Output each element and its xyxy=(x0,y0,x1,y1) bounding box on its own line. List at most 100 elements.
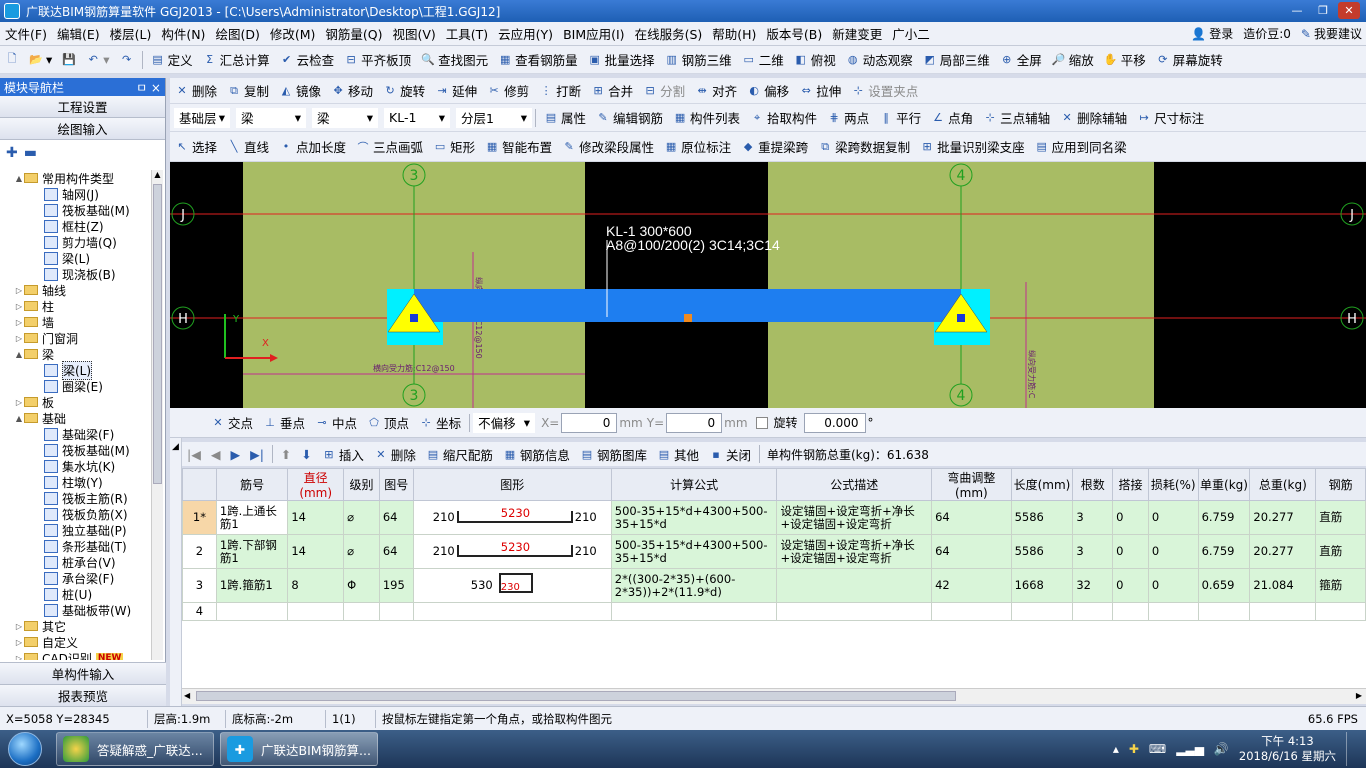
toolbar-button[interactable]: ‖ 平行 xyxy=(874,107,926,129)
toolbar-button[interactable]: ▤ 应用到同名梁 xyxy=(1030,136,1132,158)
volume-icon[interactable]: 🔊 xyxy=(1214,742,1229,756)
tree-folder[interactable]: ▷ 轴线 xyxy=(0,282,150,298)
beam-midpoint[interactable] xyxy=(684,314,692,322)
tree-folder[interactable]: ▷ 墙 xyxy=(0,314,150,330)
menu-item[interactable]: 钢筋量(Q) xyxy=(320,24,387,43)
show-desktop-button[interactable] xyxy=(1346,732,1356,766)
toolbar-button[interactable]: ▤ 属性 xyxy=(539,107,591,129)
network-icon[interactable]: ▂▃▅ xyxy=(1176,742,1204,756)
toolbar-button[interactable]: ◧ 俯视 xyxy=(789,49,841,71)
column-header[interactable]: 总重(kg) xyxy=(1249,468,1317,501)
toolbar-button[interactable]: ↻ 旋转 xyxy=(378,80,430,102)
toolbar-button[interactable]: ✕ 删除 xyxy=(369,443,421,465)
toolbar-button[interactable]: ⊟ 平齐板顶 xyxy=(339,49,416,71)
toolbar-button[interactable]: ◩ 局部三维 xyxy=(918,49,995,71)
column-header[interactable] xyxy=(182,468,217,501)
rebar-shape-cell[interactable]: 530 230 xyxy=(412,568,612,603)
category-select[interactable]: 梁 ▾ xyxy=(236,107,306,128)
toolbar-button[interactable]: ⊕ 全屏 xyxy=(995,49,1047,71)
toolbar-button[interactable]: ⊹ 设置夹点 xyxy=(846,80,923,102)
row-number[interactable]: 1* xyxy=(182,500,217,535)
tree-item[interactable]: 现浇板(B) xyxy=(0,266,150,282)
toolbar-button[interactable]: ◆ 重提梁跨 xyxy=(736,136,813,158)
menu-item[interactable]: 视图(V) xyxy=(387,24,440,43)
toolbar-button[interactable]: ⧉ 复制 xyxy=(222,80,274,102)
scroll-thumb[interactable] xyxy=(153,184,162,484)
toolbar-button[interactable]: ⬠ 顶点 xyxy=(362,412,414,434)
start-button[interactable] xyxy=(0,730,50,768)
tree-folder[interactable]: ▷ 柱 xyxy=(0,298,150,314)
column-header[interactable]: 损耗(%) xyxy=(1147,468,1199,501)
toolbar-button[interactable]: ↖ 选择 xyxy=(170,136,222,158)
toolbar-button[interactable]: ⋕ 两点 xyxy=(822,107,874,129)
column-header[interactable]: 计算公式 xyxy=(610,468,778,501)
tree-folder[interactable]: ▷ 门窗洞 xyxy=(0,330,150,346)
scroll-right-icon[interactable]: ▶ xyxy=(1356,691,1362,700)
toolbar-button[interactable]: ✎ 编辑钢筋 xyxy=(591,107,668,129)
row-number[interactable]: 2 xyxy=(182,534,217,569)
table-cell[interactable]: 14 xyxy=(287,534,345,569)
row-number[interactable]: 3 xyxy=(182,568,217,603)
grid-hscrollbar[interactable]: ◀ ▶ xyxy=(182,688,1366,704)
toolbar-button[interactable]: ⌖ 拾取构件 xyxy=(745,107,822,129)
expand-icon[interactable]: ▷ xyxy=(14,286,24,295)
column-header[interactable]: 根数 xyxy=(1072,468,1114,501)
toolbar-button[interactable]: ✕ 交点 xyxy=(206,412,258,434)
toolbar-button[interactable]: ✕ 删除 xyxy=(170,80,222,102)
table-cell[interactable]: 直筋 xyxy=(1315,500,1366,535)
table-cell[interactable]: 0.659 xyxy=(1197,568,1251,603)
table-cell[interactable] xyxy=(610,602,778,621)
menu-item[interactable]: 文件(F) xyxy=(0,24,52,43)
column-header[interactable]: 级别 xyxy=(343,468,380,501)
tree-folder[interactable]: ▷ 板 xyxy=(0,394,150,410)
table-cell[interactable]: 0 xyxy=(1147,568,1199,603)
table-cell[interactable]: 500-35+15*d+4300+500-35+15*d xyxy=(610,534,778,569)
type-select[interactable]: 梁 ▾ xyxy=(312,107,378,128)
toolbar-button[interactable]: ⊥ 垂点 xyxy=(258,412,310,434)
suggest-button[interactable]: ✎ 我要建议 xyxy=(1301,25,1362,42)
toolbar-button[interactable]: ∠ 点角 xyxy=(926,107,978,129)
toolbar-button[interactable]: ▦ 智能布置 xyxy=(480,136,557,158)
table-cell[interactable]: ⌀ xyxy=(343,500,380,535)
collapse-icon[interactable]: ▲ xyxy=(14,174,24,183)
tree-item[interactable]: 承台梁(F) xyxy=(0,570,150,586)
toolbar-button[interactable]: ▦ 构件列表 xyxy=(668,107,745,129)
column-header[interactable]: 图形 xyxy=(412,468,612,501)
row-number[interactable]: 4 xyxy=(182,602,217,621)
toolbar-button[interactable]: ⇔ 拉伸 xyxy=(794,80,846,102)
tree-item[interactable]: 筏板基础(M) xyxy=(0,442,150,458)
table-cell[interactable]: 直筋 xyxy=(1315,534,1366,569)
tree-folder[interactable]: ▷ CAD识别 NEW xyxy=(0,650,150,660)
last-record-button[interactable]: ▶| xyxy=(245,443,269,465)
toolbar-button[interactable]: ⊹ 坐标 xyxy=(414,412,466,434)
offset-select[interactable]: 不偏移 ▾ xyxy=(473,412,536,433)
tree-item[interactable]: 筏板主筋(R) xyxy=(0,490,150,506)
toolbar-button[interactable]: ▣ 批量选择 xyxy=(583,49,660,71)
toolbar-button[interactable]: ⊟ 分割 xyxy=(638,80,690,102)
close-icon[interactable]: ✕ xyxy=(1338,2,1360,19)
table-cell[interactable]: 3 xyxy=(1072,534,1114,569)
toolbar-button[interactable]: ⊞ 合并 xyxy=(586,80,638,102)
floor-select[interactable]: 基础层 ▾ xyxy=(174,107,230,128)
undo-button[interactable]: ↶ ▾ xyxy=(81,49,114,71)
table-cell[interactable]: 64 xyxy=(378,500,414,535)
toolbar-button[interactable]: ◍ 动态观察 xyxy=(841,49,918,71)
tree-item[interactable]: 剪力墙(Q) xyxy=(0,234,150,250)
minimize-icon[interactable]: — xyxy=(1286,2,1308,19)
scroll-thumb[interactable] xyxy=(196,691,956,701)
collapse-icon[interactable]: ▲ xyxy=(14,414,24,423)
toolbar-button[interactable]: ⇹ 对齐 xyxy=(690,80,742,102)
table-cell[interactable] xyxy=(378,602,414,621)
keyboard-icon[interactable]: ⌨ xyxy=(1149,742,1166,756)
toolbar-button[interactable]: ▭ 矩形 xyxy=(428,136,480,158)
column-header[interactable]: 单重(kg) xyxy=(1197,468,1251,501)
table-cell[interactable]: 设定锚固+设定弯折+净长+设定锚固+设定弯折 xyxy=(776,534,933,569)
table-cell[interactable]: 2*((300-2*35)+(600-2*35))+2*(11.9*d) xyxy=(610,568,778,603)
expand-icon[interactable]: ▷ xyxy=(14,318,24,327)
expand-icon[interactable]: ▷ xyxy=(14,654,24,661)
menu-item[interactable]: 版本号(B) xyxy=(761,24,827,43)
toolbar-button[interactable]: 🔍 查找图元 xyxy=(416,49,493,71)
column-header[interactable]: 公式描述 xyxy=(776,468,933,501)
menu-item[interactable]: BIM应用(I) xyxy=(558,24,630,43)
table-cell[interactable]: 箍筋 xyxy=(1315,568,1366,603)
